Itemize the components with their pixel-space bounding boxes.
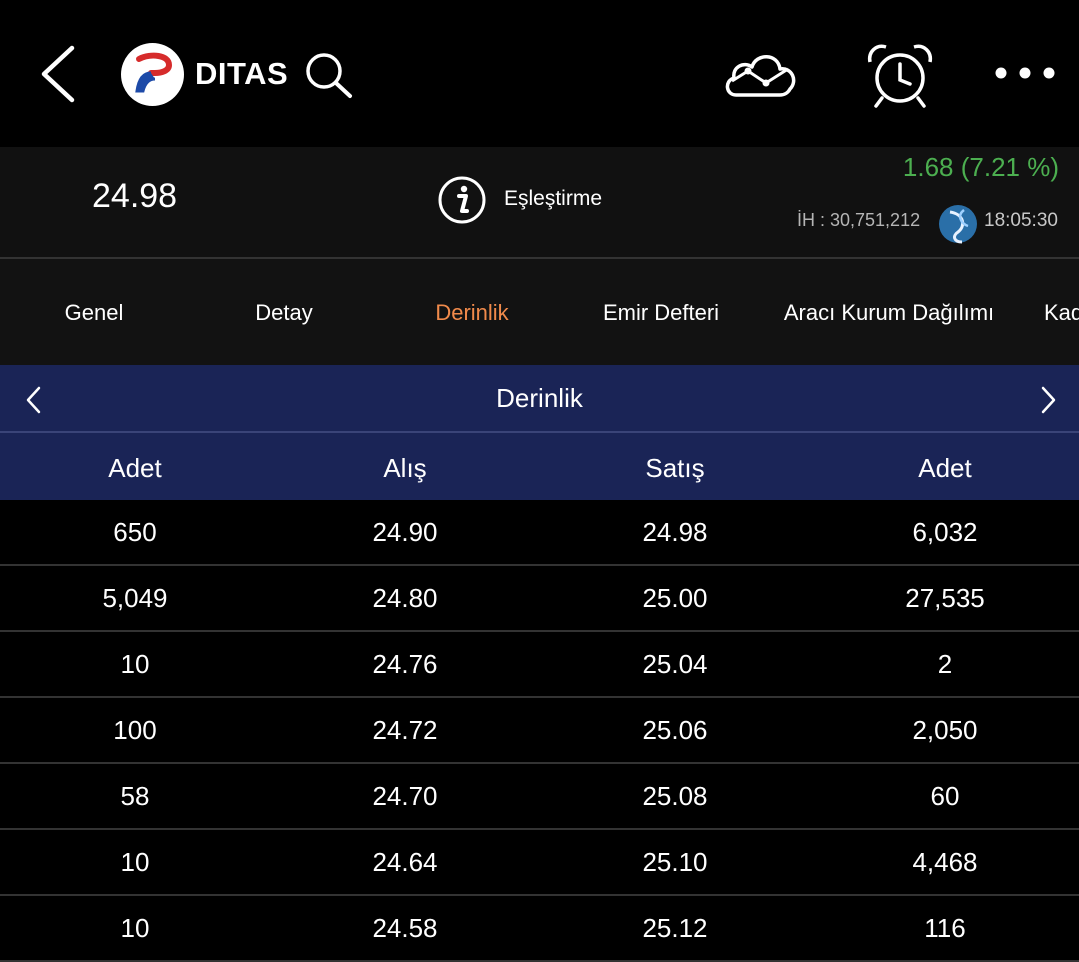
alarm-clock-icon[interactable] [864,42,936,108]
table-row: 10 24.76 25.04 2 [0,632,1079,698]
tab-araci-kurum-dagilimi[interactable]: Aracı Kurum Dağılımı [784,300,994,326]
bid-quantity: 5,049 [102,583,168,613]
column-header-bid: Alış [383,453,427,483]
depth-table: 650 24.90 24.98 6,032 5,049 24.80 25.00 … [0,500,1079,962]
ask-quantity: 2,050 [912,715,978,745]
cloud-chart-icon[interactable] [722,45,798,101]
bid-price: 24.72 [372,715,438,745]
bid-price: 24.58 [372,913,438,943]
bid-price: 24.90 [372,517,438,547]
volume-label: İH : 30,751,212 [797,210,921,230]
table-row: 5,049 24.80 25.00 27,535 [0,566,1079,632]
bid-price: 24.80 [372,583,438,613]
table-row: 58 24.70 25.08 60 [0,764,1079,830]
ask-quantity: 60 [930,781,960,811]
tab-bar: Genel Detay Derinlik Emir Defteri Aracı … [0,259,1079,365]
company-logo [121,43,184,106]
session-status-icon [939,205,977,244]
stock-symbol: DITAS [195,56,289,91]
price-change: 1.68 (7.21 %) [902,152,1059,182]
column-header-ask-quantity: Adet [918,453,972,483]
update-time: 18:05:30 [984,210,1058,231]
bid-quantity: 10 [120,847,150,877]
tab-genel[interactable]: Genel [65,300,124,326]
section-title: Derinlik [496,383,583,413]
ask-price: 25.08 [642,781,708,811]
matching-label[interactable]: Eşleştirme [504,187,602,211]
ask-price: 25.12 [642,913,708,943]
section-header: Derinlik [0,365,1079,431]
chevron-right-icon[interactable] [1038,385,1058,415]
table-row: 10 24.58 25.12 116 [0,896,1079,962]
ask-quantity: 6,032 [912,517,978,547]
ask-quantity: 27,535 [905,583,985,613]
more-icon[interactable] [992,64,1058,82]
ask-quantity: 4,468 [912,847,978,877]
tab-kad[interactable]: Kad [1044,300,1079,326]
last-price: 24.98 [92,177,178,215]
ask-price: 25.06 [642,715,708,745]
info-icon[interactable] [437,175,487,225]
ask-price: 25.04 [642,649,708,679]
tab-derinlik[interactable]: Derinlik [435,300,508,326]
bid-quantity: 650 [113,517,157,547]
column-header-bid-quantity: Adet [108,453,162,483]
table-row: 650 24.90 24.98 6,032 [0,500,1079,566]
ask-quantity: 2 [937,649,953,679]
search-icon[interactable] [303,51,355,101]
bid-price: 24.70 [372,781,438,811]
tab-emir-defteri[interactable]: Emir Defteri [603,300,719,326]
top-bar: DITAS [0,0,1079,147]
table-row: 100 24.72 25.06 2,050 [0,698,1079,764]
table-header: Adet Alış Satış Adet [0,433,1079,500]
bid-quantity: 10 [120,913,150,943]
ask-price: 24.98 [642,517,708,547]
ask-quantity: 116 [924,913,966,943]
ask-price: 25.00 [642,583,708,613]
bid-price: 24.64 [372,847,438,877]
quote-panel: 24.98 Eşleştirme 1.68 (7.21 %) İH : 30,7… [0,147,1079,257]
bid-quantity: 58 [120,781,150,811]
tab-detay[interactable]: Detay [255,300,312,326]
ask-price: 25.10 [642,847,708,877]
back-icon[interactable] [38,44,78,104]
table-row: 10 24.64 25.10 4,468 [0,830,1079,896]
column-header-ask: Satış [645,453,705,483]
bid-price: 24.76 [372,649,438,679]
bid-quantity: 100 [113,715,157,745]
bid-quantity: 10 [120,649,150,679]
